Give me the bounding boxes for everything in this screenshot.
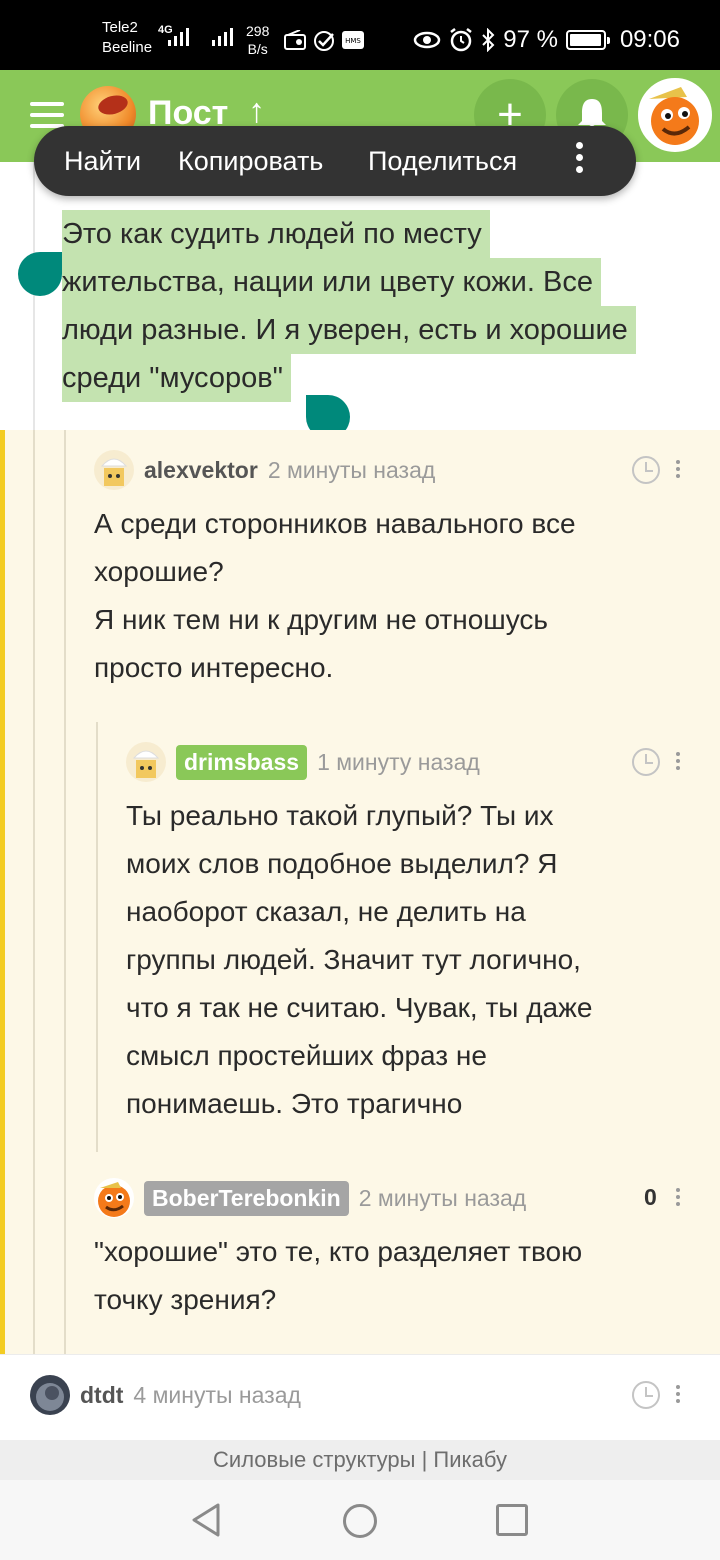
selected-line-3[interactable]: люди разные. И я уверен, есть и хорошие xyxy=(62,306,636,354)
comment-body: "хорошие" это те, кто разделяет твою точ… xyxy=(94,1236,583,1315)
status-bar: Tele2 Beeline 4G 298 B/s HMS 97 % 09:06 xyxy=(0,0,720,70)
comment-time[interactable]: 4 минуты назад xyxy=(133,1382,301,1409)
battery-percent: 97 % xyxy=(503,26,558,53)
signal-icon-2 xyxy=(212,28,233,46)
carrier-names: Tele2 Beeline xyxy=(102,18,152,58)
comment-more-icon[interactable] xyxy=(676,752,682,770)
recent-apps-icon[interactable] xyxy=(496,1504,528,1536)
eye-icon xyxy=(413,31,441,49)
comment-more-icon[interactable] xyxy=(676,1188,682,1206)
comment-time[interactable]: 2 минуты назад xyxy=(359,1185,527,1212)
comment-rating: 0 xyxy=(644,1184,657,1210)
comment-time[interactable]: 2 минуты назад xyxy=(268,457,436,484)
comment-header: alexvektor 2 минуты назад xyxy=(94,450,435,490)
user-photo-image xyxy=(30,1375,70,1415)
comment-more-icon[interactable] xyxy=(676,460,682,478)
avatar[interactable] xyxy=(126,742,166,782)
selected-line-2[interactable]: жительства, нации или цвету кожи. Все xyxy=(62,258,601,306)
menu-icon[interactable] xyxy=(30,102,64,128)
back-icon[interactable] xyxy=(190,1502,222,1538)
thread-line xyxy=(33,162,35,430)
thread-line-level-2 xyxy=(64,430,66,1354)
menu-find[interactable]: Найти xyxy=(64,146,141,177)
beaver-avatar-image xyxy=(94,1178,134,1218)
menu-share[interactable]: Поделиться xyxy=(368,146,517,177)
selected-line-4[interactable]: среди "мусоров" xyxy=(62,354,291,402)
comment-author[interactable]: dtdt xyxy=(80,1382,123,1409)
clock-icon[interactable] xyxy=(632,1381,660,1409)
network-speed: 298 B/s xyxy=(246,23,270,57)
hms-icon: HMS xyxy=(342,31,364,49)
menu-copy[interactable]: Копировать xyxy=(178,146,323,177)
avatar[interactable] xyxy=(30,1375,70,1415)
battery-icon xyxy=(565,30,610,50)
alarm-icon xyxy=(450,28,472,52)
bluetooth-icon xyxy=(482,28,495,52)
comment-header: drimsbass 1 минуту назад xyxy=(126,742,480,782)
page-caption: Силовые структуры | Пикабу xyxy=(0,1440,720,1480)
svg-text:HMS: HMS xyxy=(345,37,361,45)
thread-highlight-bar xyxy=(0,430,5,1354)
text-selection-menu: Найти Копировать Поделиться xyxy=(34,126,636,196)
check-circle-icon xyxy=(314,31,334,51)
thread-line-level-1 xyxy=(33,430,35,1354)
status-right: 97 % 09:06 xyxy=(413,26,680,54)
signal-icon xyxy=(168,28,189,46)
selected-comment: Это как судить людей по месту жительства… xyxy=(0,162,720,430)
comment-author[interactable]: drimsbass xyxy=(176,744,308,780)
avatar[interactable] xyxy=(94,1178,134,1218)
comment-header: BoberTerebonkin 2 минуты назад xyxy=(94,1178,526,1218)
clock-icon[interactable] xyxy=(632,748,660,776)
system-nav-bar xyxy=(0,1480,720,1560)
radio-icon xyxy=(284,30,306,50)
selection-start-handle[interactable] xyxy=(18,252,62,296)
comment-body: Ты реально такой глупый? Ты их моих слов… xyxy=(126,800,593,1119)
clock: 09:06 xyxy=(619,26,680,53)
comment-header: dtdt 4 минуты назад xyxy=(30,1375,301,1415)
comment-body: А среди сторонников навального все хорош… xyxy=(94,508,576,683)
comment-author[interactable]: alexvektor xyxy=(144,457,258,484)
clock-icon[interactable] xyxy=(632,456,660,484)
comment-more-icon[interactable] xyxy=(676,1385,682,1403)
thread-line-level-3 xyxy=(96,722,98,1152)
user-avatar[interactable] xyxy=(638,78,712,152)
comment: dtdt 4 минуты назад xyxy=(0,1354,720,1440)
battery-fill xyxy=(569,34,601,46)
avatar[interactable] xyxy=(94,450,134,490)
default-avatar-image xyxy=(126,742,166,782)
home-icon[interactable] xyxy=(343,1504,377,1538)
carrier-2: Beeline xyxy=(102,39,153,56)
comment-author[interactable]: BoberTerebonkin xyxy=(144,1180,349,1216)
beaver-avatar-image xyxy=(641,81,709,149)
selected-line-1[interactable]: Это как судить людей по месту xyxy=(62,210,490,258)
carrier-1: Tele2 xyxy=(102,19,138,36)
comment-time[interactable]: 1 минуту назад xyxy=(317,749,480,776)
default-avatar-image xyxy=(94,450,134,490)
more-options-icon[interactable] xyxy=(574,142,584,173)
